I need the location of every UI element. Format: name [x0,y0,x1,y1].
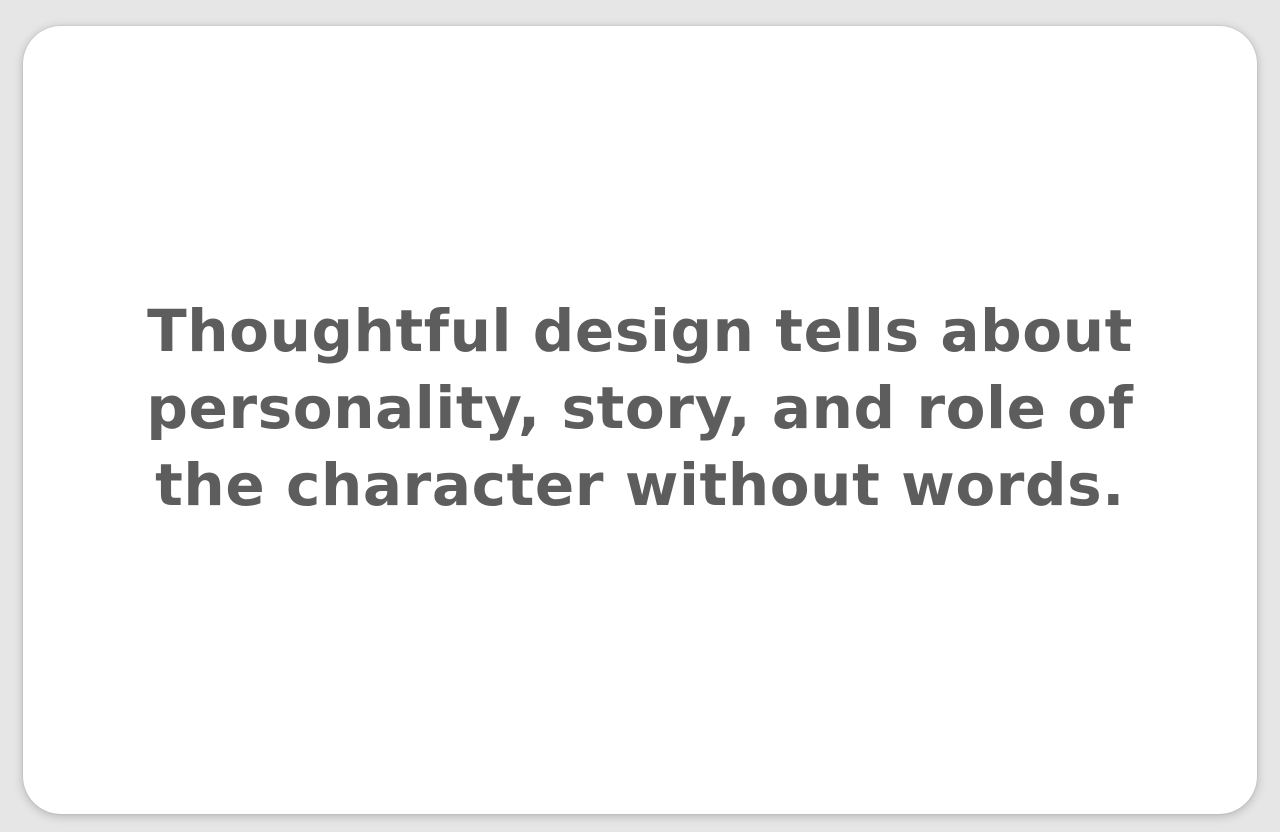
quote-line-2: personality, story, and role of [146,373,1134,442]
quote-text: Thoughtful design tells about personalit… [146,293,1133,524]
page: Thoughtful design tells about personalit… [0,0,1280,832]
quote-line-3: the character without words. [155,450,1125,519]
quote-card: Thoughtful design tells about personalit… [23,26,1257,814]
quote-line-1: Thoughtful design tells about [147,296,1133,365]
